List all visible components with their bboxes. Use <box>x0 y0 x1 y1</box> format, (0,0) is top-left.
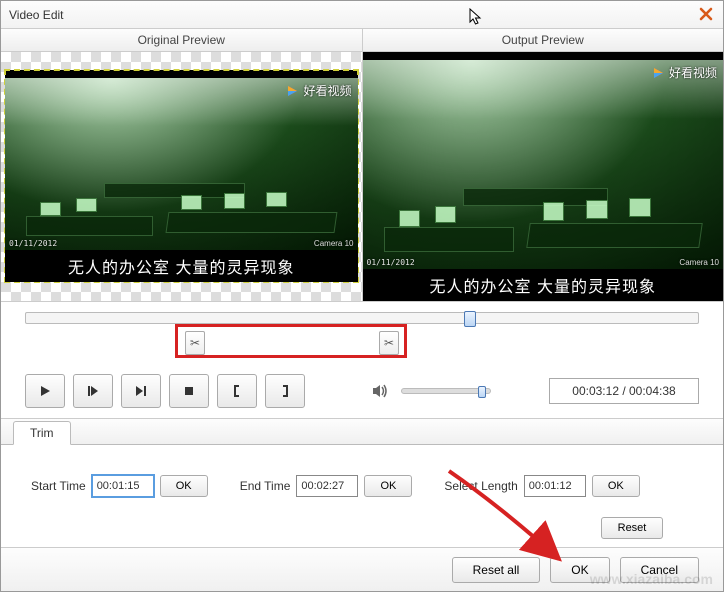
video-timestamp: 01/11/2012 <box>9 239 57 248</box>
scissors-icon: ✂ <box>384 336 394 350</box>
tab-trim[interactable]: Trim <box>13 421 71 445</box>
play-button[interactable] <box>25 374 65 408</box>
play-icon <box>38 384 52 398</box>
step-forward-button[interactable] <box>73 374 113 408</box>
ok-button[interactable]: OK <box>550 557 609 583</box>
output-video-frame: 好看视频 01/11/2012 Camera 10 无人的办公室 大量的灵异现象 <box>363 52 724 301</box>
end-time-label: End Time <box>240 479 291 493</box>
end-time-ok-button[interactable]: OK <box>364 475 412 497</box>
camera-label: Camera 10 <box>679 258 719 267</box>
watermark-play-icon <box>651 66 665 80</box>
end-time-input[interactable] <box>296 475 358 497</box>
tab-strip: Trim <box>1 419 723 445</box>
start-time-ok-button[interactable]: OK <box>160 475 208 497</box>
original-video-frame: 好看视频 01/11/2012 Camera 10 无人的办公室 大量的灵异现象 <box>5 70 358 282</box>
stop-button[interactable] <box>169 374 209 408</box>
video-edit-window: Video Edit Original Preview Output Previ… <box>0 0 724 592</box>
cursor-icon <box>469 8 483 26</box>
window-title: Video Edit <box>9 8 64 22</box>
time-display: 00:03:12 / 00:04:38 <box>549 378 699 404</box>
close-button[interactable] <box>697 6 715 24</box>
trim-start-handle[interactable]: ✂ <box>185 331 205 355</box>
next-icon <box>134 384 148 398</box>
video-timestamp: 01/11/2012 <box>367 258 415 267</box>
cancel-button[interactable]: Cancel <box>620 557 699 583</box>
close-icon <box>699 7 713 24</box>
annotation-highlight <box>175 324 407 358</box>
next-button[interactable] <box>121 374 161 408</box>
titlebar: Video Edit <box>1 1 723 29</box>
footer: Reset all OK Cancel <box>1 547 723 591</box>
stop-icon <box>182 384 196 398</box>
watermark-play-icon <box>285 84 299 98</box>
timeline-slider[interactable] <box>25 312 699 324</box>
trim-end-handle[interactable]: ✂ <box>379 331 399 355</box>
bracket-close-icon <box>278 384 292 398</box>
original-preview-pane[interactable]: 好看视频 01/11/2012 Camera 10 无人的办公室 大量的灵异现象 <box>1 52 363 301</box>
trim-panel: Start Time OK End Time OK Select Length … <box>1 445 723 559</box>
step-forward-icon <box>86 384 100 398</box>
original-preview-header: Original Preview <box>1 29 363 51</box>
reset-all-button[interactable]: Reset all <box>452 557 541 583</box>
bracket-end-button[interactable] <box>265 374 305 408</box>
volume-thumb[interactable] <box>478 386 486 398</box>
select-length-label: Select Length <box>444 479 517 493</box>
video-watermark: 好看视频 <box>285 82 351 99</box>
camera-label: Camera 10 <box>314 239 354 248</box>
select-length-input[interactable] <box>524 475 586 497</box>
volume-icon <box>371 382 389 400</box>
output-preview-header: Output Preview <box>363 29 724 51</box>
start-time-label: Start Time <box>31 479 86 493</box>
scissors-icon: ✂ <box>190 336 200 350</box>
bracket-open-icon <box>230 384 244 398</box>
reset-button[interactable]: Reset <box>601 517 663 539</box>
output-preview-pane[interactable]: 好看视频 01/11/2012 Camera 10 无人的办公室 大量的灵异现象 <box>363 52 724 301</box>
video-subtitle: 无人的办公室 大量的灵异现象 <box>5 250 358 282</box>
volume-slider[interactable] <box>401 388 491 394</box>
bracket-start-button[interactable] <box>217 374 257 408</box>
select-length-ok-button[interactable]: OK <box>592 475 640 497</box>
preview-headers: Original Preview Output Preview <box>1 29 723 52</box>
video-subtitle: 无人的办公室 大量的灵异现象 <box>363 269 724 301</box>
timeline-playhead[interactable] <box>464 311 476 327</box>
start-time-input[interactable] <box>92 475 154 497</box>
video-watermark: 好看视频 <box>651 64 717 81</box>
